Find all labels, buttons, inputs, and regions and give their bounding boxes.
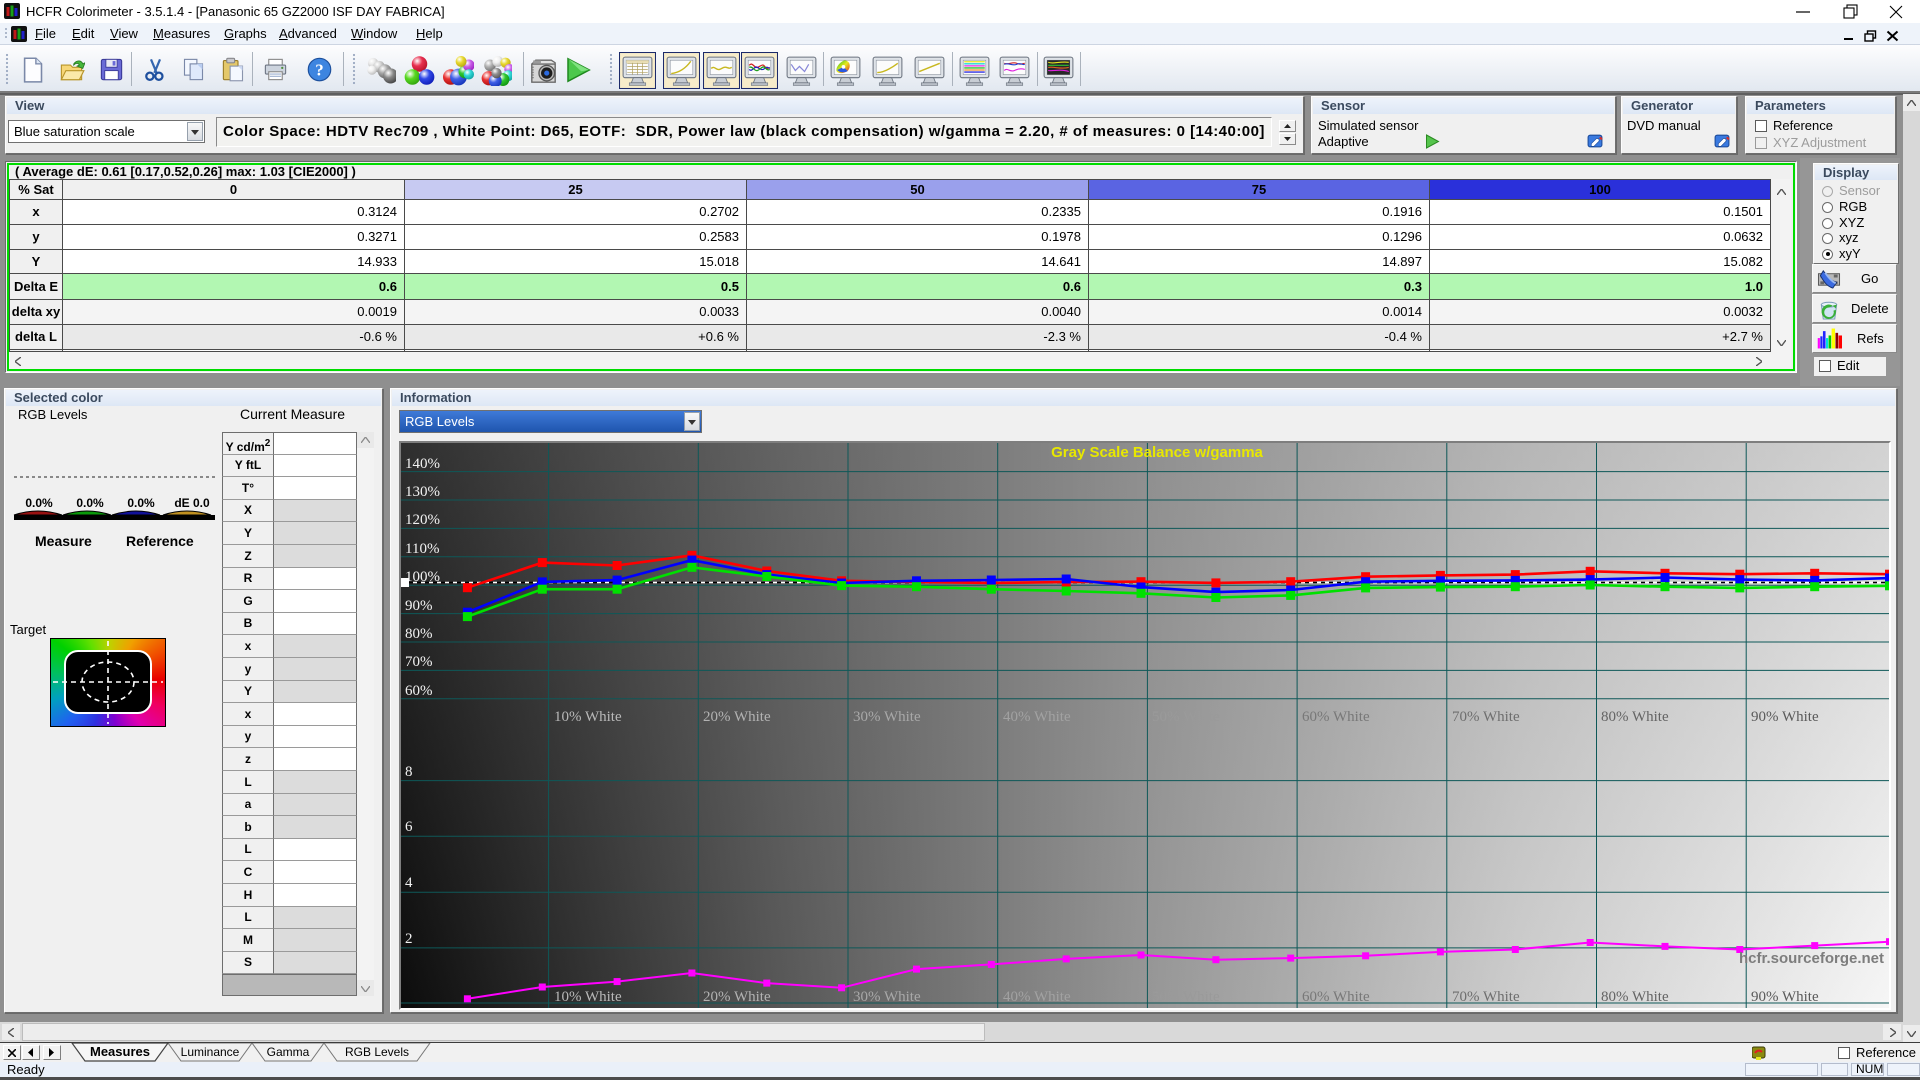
- svg-text:140%: 140%: [405, 456, 440, 472]
- svg-text:50% White: 50% White: [1152, 709, 1220, 725]
- svg-text:20% White: 20% White: [703, 709, 771, 725]
- svg-text:10% White: 10% White: [554, 709, 622, 725]
- svg-text:60% White: 60% White: [1302, 709, 1370, 725]
- svg-text:80%: 80%: [405, 626, 433, 642]
- svg-text:dE 0.0: dE 0.0: [174, 496, 210, 510]
- svg-text:80% White: 80% White: [1601, 989, 1669, 1005]
- svg-text:Measures: Measures: [90, 1044, 150, 1059]
- svg-text:20% White: 20% White: [703, 989, 771, 1005]
- svg-text:?: ?: [315, 61, 323, 80]
- svg-text:40% White: 40% White: [1003, 709, 1071, 725]
- svg-text:90% White: 90% White: [1751, 709, 1819, 725]
- svg-text:30% White: 30% White: [853, 709, 921, 725]
- svg-text:130%: 130%: [405, 484, 440, 500]
- svg-text:RGB Levels: RGB Levels: [345, 1045, 409, 1059]
- svg-text:4: 4: [405, 875, 413, 891]
- svg-text:Gamma: Gamma: [267, 1045, 310, 1059]
- svg-text:90%: 90%: [405, 598, 433, 614]
- svg-text:6: 6: [405, 819, 413, 835]
- svg-text:60%: 60%: [405, 683, 433, 699]
- svg-text:100%: 100%: [405, 569, 440, 585]
- svg-text:8: 8: [405, 764, 413, 780]
- svg-text:hcfr.sourceforge.net: hcfr.sourceforge.net: [1739, 950, 1884, 967]
- svg-text:30% White: 30% White: [853, 989, 921, 1005]
- svg-text:60% White: 60% White: [1302, 989, 1370, 1005]
- svg-text:0.0%: 0.0%: [127, 496, 155, 510]
- svg-text:70%: 70%: [405, 654, 433, 670]
- svg-text:0.0%: 0.0%: [76, 496, 104, 510]
- svg-text:40% White: 40% White: [1003, 989, 1071, 1005]
- svg-text:70% White: 70% White: [1452, 709, 1520, 725]
- svg-text:70% White: 70% White: [1452, 989, 1520, 1005]
- svg-text:90% White: 90% White: [1751, 989, 1819, 1005]
- svg-text:Gray Scale Balance w/gamma: Gray Scale Balance w/gamma: [1051, 444, 1263, 461]
- svg-text:0.0%: 0.0%: [25, 496, 53, 510]
- svg-text:50% White: 50% White: [1152, 989, 1220, 1005]
- svg-text:2: 2: [405, 931, 413, 947]
- svg-text:110%: 110%: [405, 541, 439, 557]
- svg-text:Luminance: Luminance: [181, 1045, 240, 1059]
- svg-text:10% White: 10% White: [554, 989, 622, 1005]
- svg-text:120%: 120%: [405, 512, 440, 528]
- svg-text:80% White: 80% White: [1601, 709, 1669, 725]
